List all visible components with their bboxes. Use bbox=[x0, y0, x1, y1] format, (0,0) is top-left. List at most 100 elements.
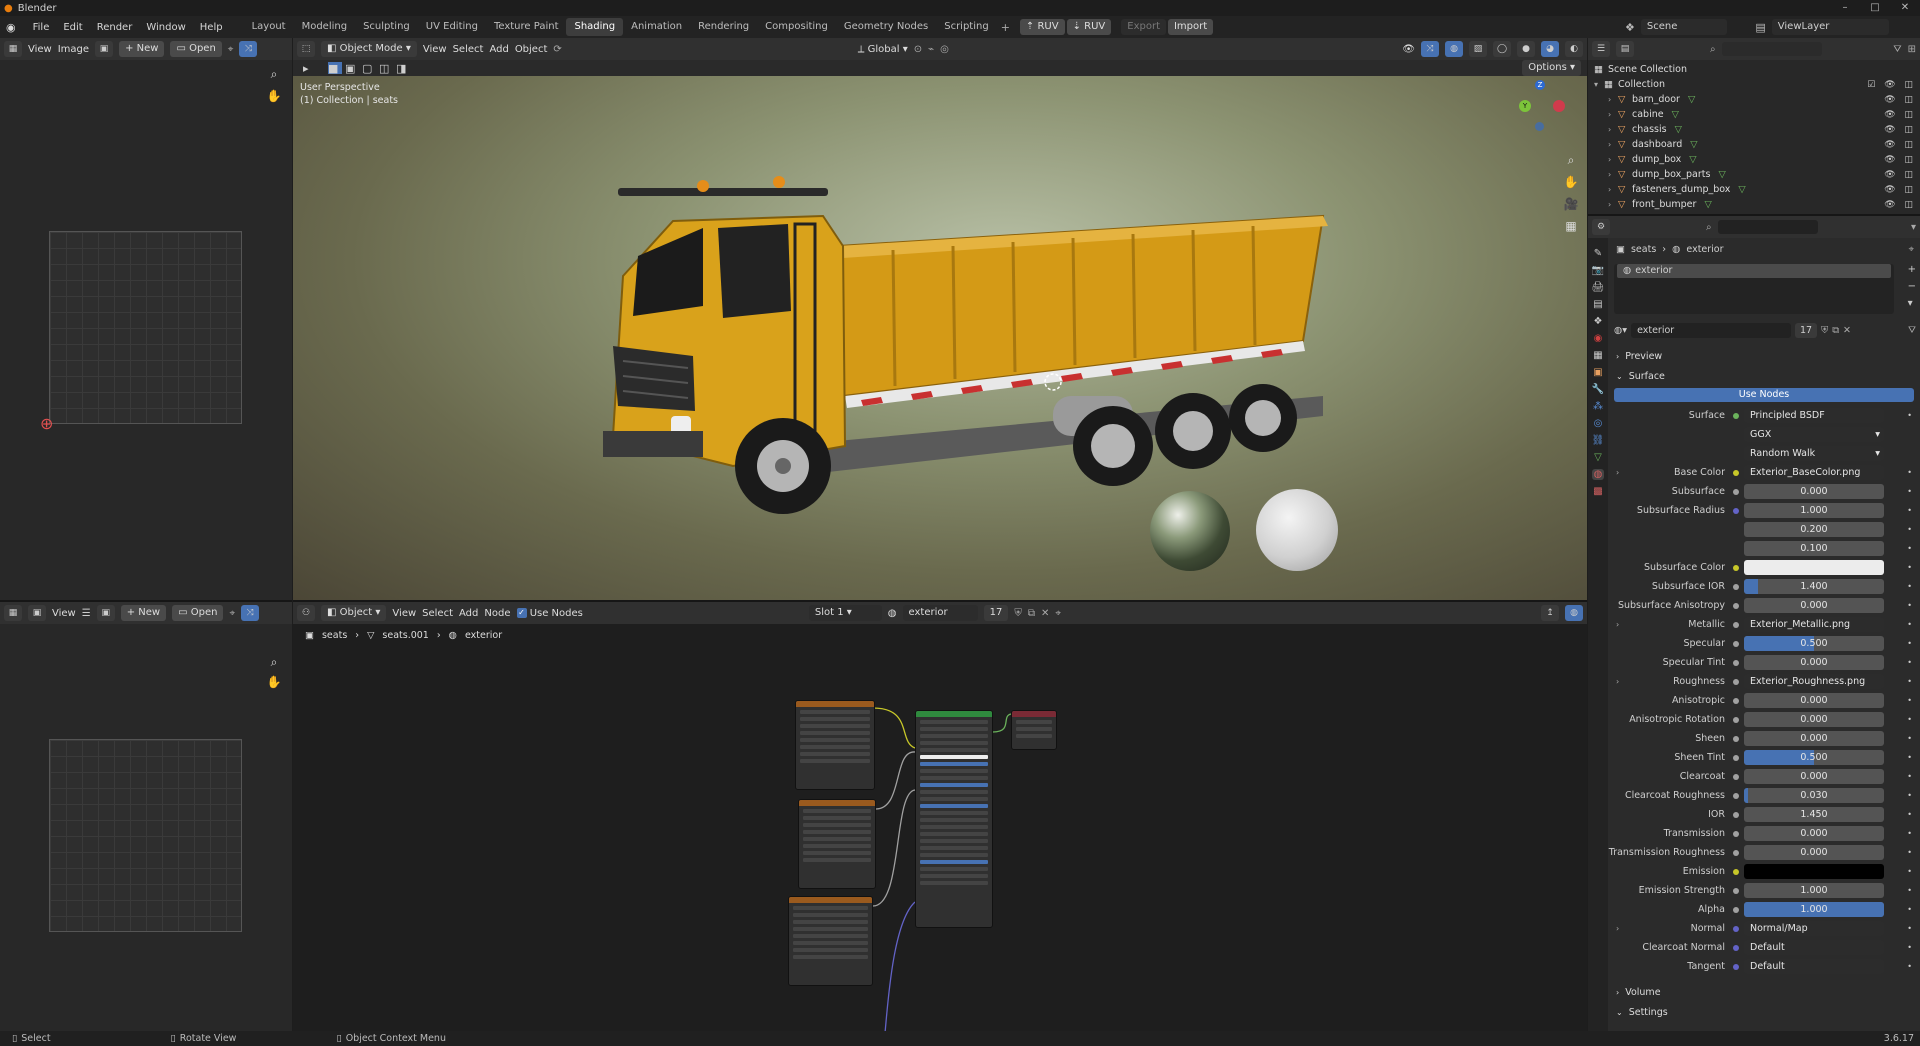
filter-icon[interactable]: ⛛ bbox=[1893, 44, 1901, 55]
use-nodes-button[interactable]: Use Nodes bbox=[1614, 388, 1914, 402]
outliner-item-dashboard[interactable]: › ▽ dashboard ▽ 👁 ◫ bbox=[1594, 137, 1920, 152]
visibility-toggle-icon[interactable]: 👁 ◫ bbox=[1884, 140, 1916, 150]
enum-dropdown[interactable]: Random Walk ▾ bbox=[1744, 446, 1884, 461]
close-icon[interactable]: ✕ bbox=[1890, 0, 1920, 16]
zoom-icon[interactable]: ⌕ bbox=[264, 652, 284, 672]
socket-icon[interactable] bbox=[1733, 640, 1739, 647]
world-tab-icon[interactable]: ◉ bbox=[1594, 333, 1603, 344]
socket-icon[interactable] bbox=[1733, 773, 1739, 780]
expand-icon[interactable]: › bbox=[1608, 155, 1618, 164]
tab-layout[interactable]: Layout bbox=[244, 18, 294, 36]
viewport-scene[interactable]: User Perspective (1) Collection | seats bbox=[293, 76, 1587, 600]
editor-type-icon[interactable]: ▦ bbox=[4, 605, 22, 621]
tab-uv-editing[interactable]: UV Editing bbox=[418, 18, 486, 36]
physics-tab-icon[interactable]: ◎ bbox=[1594, 418, 1603, 429]
zoom-icon[interactable]: ⌕ bbox=[264, 64, 284, 84]
menu-edit[interactable]: Edit bbox=[56, 22, 89, 33]
keyframe-dot-icon[interactable]: • bbox=[1907, 468, 1912, 477]
display-mode-icon[interactable]: ▤ bbox=[1616, 41, 1634, 57]
tab-shading[interactable]: Shading bbox=[566, 18, 624, 36]
tab-sculpting[interactable]: Sculpting bbox=[355, 18, 418, 36]
fake-user-icon[interactable]: ⛨ bbox=[1821, 325, 1828, 336]
keyframe-dot-icon[interactable]: • bbox=[1907, 848, 1912, 857]
menu-view[interactable]: View bbox=[52, 608, 76, 619]
tab-compositing[interactable]: Compositing bbox=[757, 18, 836, 36]
preview-panel-header[interactable]: › Preview bbox=[1608, 346, 1920, 366]
pan-hand-icon[interactable]: ✋ bbox=[264, 86, 284, 106]
keyframe-dot-icon[interactable]: • bbox=[1907, 905, 1912, 914]
render-tab-icon[interactable]: 📷 bbox=[1592, 265, 1604, 276]
options-icon[interactable]: ▾ bbox=[1911, 222, 1916, 233]
number-slider[interactable]: 0.000 bbox=[1744, 655, 1884, 670]
unlink-material-icon[interactable]: ✕ bbox=[1843, 325, 1851, 336]
number-slider[interactable]: 0.500 bbox=[1744, 636, 1884, 651]
editor-type-icon[interactable]: ⚙ bbox=[1592, 219, 1610, 235]
modifier-tab-icon[interactable]: 🔧 bbox=[1592, 384, 1604, 395]
proportional-edit-icon[interactable]: ◎ bbox=[940, 44, 949, 55]
number-slider[interactable]: 0.000 bbox=[1744, 826, 1884, 841]
number-slider[interactable]: 1.450 bbox=[1744, 807, 1884, 822]
tab-geometry-nodes[interactable]: Geometry Nodes bbox=[836, 18, 936, 36]
tab-modeling[interactable]: Modeling bbox=[294, 18, 356, 36]
import-button[interactable]: Import bbox=[1167, 19, 1214, 35]
volume-panel-header[interactable]: › Volume bbox=[1608, 982, 1920, 1002]
material-output-node[interactable] bbox=[1011, 710, 1057, 750]
expand-icon[interactable]: › bbox=[1608, 200, 1618, 209]
overlay-icon[interactable]: ◍ bbox=[1445, 41, 1463, 57]
keyframe-dot-icon[interactable]: • bbox=[1907, 506, 1912, 515]
visibility-toggle-icon[interactable]: 👁 ◫ bbox=[1884, 170, 1916, 180]
number-slider[interactable]: 1.000 bbox=[1744, 902, 1884, 917]
keyframe-dot-icon[interactable]: • bbox=[1907, 525, 1912, 534]
outliner-item-cabine[interactable]: › ▽ cabine ▽ 👁 ◫ bbox=[1594, 107, 1920, 122]
menu-object[interactable]: Object bbox=[515, 44, 548, 55]
number-slider[interactable]: 0.000 bbox=[1744, 712, 1884, 727]
socket-icon[interactable] bbox=[1733, 735, 1739, 742]
number-slider[interactable]: 0.500 bbox=[1744, 750, 1884, 765]
editor-type-icon[interactable]: ⬚ bbox=[297, 41, 315, 57]
properties-search-input[interactable] bbox=[1717, 220, 1818, 234]
keyframe-dot-icon[interactable]: • bbox=[1907, 658, 1912, 667]
socket-icon[interactable] bbox=[1733, 754, 1739, 761]
keyframe-dot-icon[interactable]: • bbox=[1907, 867, 1912, 876]
visibility-toggle-icon[interactable]: 👁 ◫ bbox=[1884, 200, 1916, 210]
keyframe-dot-icon[interactable]: • bbox=[1907, 715, 1912, 724]
keyframe-dot-icon[interactable]: • bbox=[1907, 924, 1912, 933]
socket-icon[interactable] bbox=[1733, 678, 1739, 685]
new-collection-icon[interactable]: ⊞ bbox=[1908, 44, 1916, 55]
texture-tab-icon[interactable]: ▩ bbox=[1593, 486, 1602, 497]
menu-image[interactable]: Image bbox=[58, 44, 89, 55]
tab-rendering[interactable]: Rendering bbox=[690, 18, 757, 36]
socket-icon[interactable] bbox=[1733, 488, 1739, 495]
keyframe-dot-icon[interactable]: • bbox=[1907, 810, 1912, 819]
socket-icon[interactable] bbox=[1733, 564, 1739, 571]
outliner-item-front-bumper[interactable]: › ▽ front_bumper ▽ 👁 ◫ bbox=[1594, 197, 1920, 212]
socket-icon[interactable] bbox=[1733, 412, 1739, 419]
view-layer-name[interactable]: ViewLayer bbox=[1771, 19, 1890, 35]
socket-icon[interactable] bbox=[1733, 811, 1739, 818]
outliner-search-input[interactable] bbox=[1721, 42, 1822, 56]
socket-icon[interactable] bbox=[1733, 621, 1739, 628]
menu-file[interactable]: File bbox=[26, 22, 57, 33]
select-intersect-icon[interactable]: ◨ bbox=[396, 62, 410, 75]
socket-icon[interactable] bbox=[1733, 925, 1739, 932]
linked-input[interactable]: Normal/Map bbox=[1744, 921, 1884, 936]
material-tab-icon[interactable]: ◍ bbox=[1591, 469, 1605, 480]
particles-tab-icon[interactable]: ⁂ bbox=[1593, 401, 1603, 412]
number-slider[interactable]: 0.000 bbox=[1744, 731, 1884, 746]
visibility-toggle-icon[interactable]: 👁 ◫ bbox=[1884, 95, 1916, 105]
material-browse-icon[interactable]: ◍▾ bbox=[1614, 325, 1627, 336]
expand-icon[interactable]: › bbox=[1608, 185, 1618, 194]
linked-input[interactable]: Exterior_Roughness.png bbox=[1744, 674, 1884, 689]
keyframe-dot-icon[interactable]: • bbox=[1907, 601, 1912, 610]
select-tool-icon[interactable]: ▸ bbox=[303, 62, 317, 75]
pan-hand-icon[interactable]: ✋ bbox=[264, 672, 284, 692]
gizmo-icon[interactable]: ⤨ bbox=[1421, 41, 1439, 57]
gizmo-neg-z-axis[interactable] bbox=[1535, 122, 1544, 131]
socket-icon[interactable] bbox=[1733, 963, 1739, 970]
number-slider[interactable]: 1.000 bbox=[1744, 883, 1884, 898]
camera-icon[interactable]: 🎥 bbox=[1561, 194, 1581, 214]
constraints-tab-icon[interactable]: ⛓ bbox=[1592, 435, 1605, 446]
keyframe-dot-icon[interactable]: • bbox=[1907, 829, 1912, 838]
keyframe-dot-icon[interactable]: • bbox=[1907, 772, 1912, 781]
2d-cursor-icon[interactable]: ⊕ bbox=[40, 414, 53, 433]
